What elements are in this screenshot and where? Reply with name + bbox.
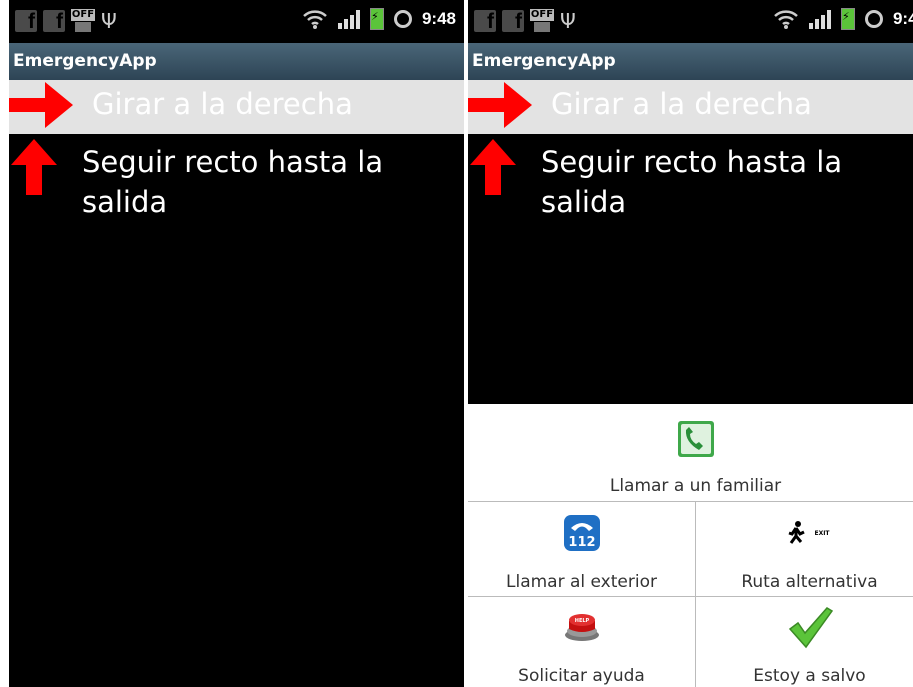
battery-charging-icon [369, 8, 384, 30]
facebook-icon: f [15, 10, 37, 32]
clock: 9:48 [421, 9, 456, 28]
facebook-icon: f [502, 10, 524, 32]
next-direction-text: Seguir recto hasta la salida [82, 145, 384, 219]
facebook-icon: f [43, 10, 65, 32]
menu-item-call-outside[interactable]: 112 Llamar al exterior [468, 501, 696, 596]
svg-text:112: 112 [568, 535, 595, 550]
current-direction-text: Girar a la derecha [551, 87, 812, 121]
app-titlebar: EmergencyApp [9, 43, 464, 80]
menu-item-safe[interactable]: Estoy a salvo [696, 596, 913, 687]
app-title: EmergencyApp [13, 51, 157, 71]
usb-icon: Ψ [101, 9, 117, 33]
checkmark-icon [788, 607, 833, 649]
battery-charging-icon [840, 8, 855, 30]
status-bar: f f OFF Ψ 9:48 [468, 0, 913, 43]
phone-screen-menu: f f OFF Ψ 9:48 EmergencyApp Girar a la d… [468, 0, 913, 687]
usb-icon: Ψ [560, 9, 576, 33]
alarm-icon [864, 10, 883, 28]
app-titlebar: EmergencyApp [468, 43, 913, 80]
data-off-icon: OFF [71, 9, 95, 33]
alarm-icon [393, 10, 412, 28]
phone-contact-icon [677, 421, 714, 457]
signal-icon [808, 9, 831, 29]
menu-label: Llamar a un familiar [609, 476, 782, 496]
signal-icon [337, 9, 360, 29]
menu-label: Ruta alternativa [741, 572, 878, 592]
menu-label: Solicitar ayuda [518, 666, 645, 686]
exit-sign-icon: EXIT [788, 521, 830, 544]
menu-label: Estoy a salvo [753, 666, 866, 686]
status-bar: f f OFF Ψ 9:48 [9, 0, 464, 43]
menu-item-request-help[interactable]: HELP Solicitar ayuda [468, 596, 696, 687]
help-button-icon: HELP [564, 614, 599, 641]
options-menu: Llamar a un familiar 112 Llamar al exter… [468, 404, 913, 687]
svg-text:HELP: HELP [574, 618, 589, 624]
arrow-up-icon [470, 139, 516, 195]
wifi-icon [303, 10, 327, 29]
clock: 9:48 [892, 9, 913, 28]
next-direction-text: Seguir recto hasta la salida [541, 145, 843, 219]
arrow-up-icon [11, 139, 57, 195]
data-off-icon: OFF [530, 9, 554, 33]
facebook-icon: f [474, 10, 496, 32]
app-title: EmergencyApp [472, 51, 616, 71]
menu-item-call-family[interactable]: Llamar a un familiar [468, 404, 913, 501]
emergency-call-112-icon: 112 [563, 515, 600, 551]
menu-label: Llamar al exterior [506, 572, 657, 592]
menu-item-alternative-route[interactable]: EXIT Ruta alternativa [696, 501, 913, 596]
svg-text:EXIT: EXIT [814, 530, 830, 537]
arrow-right-icon [9, 82, 73, 128]
wifi-icon [774, 10, 798, 29]
arrow-right-icon [468, 82, 532, 128]
phone-screen-navigation: f f OFF Ψ 9:48 EmergencyApp Girar a la d… [9, 0, 464, 687]
current-direction-text: Girar a la derecha [92, 87, 353, 121]
